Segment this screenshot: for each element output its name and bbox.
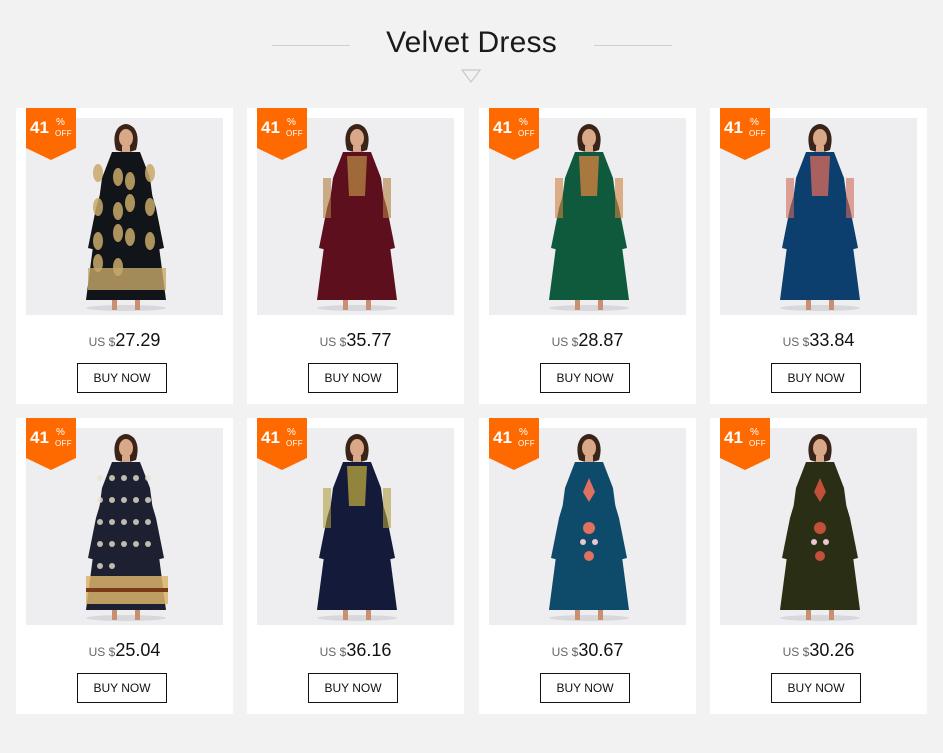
discount-badge: 41 % OFF (26, 108, 76, 160)
discount-off: OFF (55, 129, 72, 138)
discount-value: 41 (261, 428, 280, 447)
discount-value: 41 (30, 428, 49, 447)
discount-value: 41 (261, 118, 280, 137)
product-card[interactable]: 41 % OFF US $36.16 BUY NOW (247, 418, 464, 714)
discount-percent: % (287, 427, 296, 438)
discount-percent: % (750, 117, 759, 128)
price-value: 25.04 (115, 640, 161, 660)
price-value: 30.67 (578, 640, 624, 660)
discount-off: OFF (749, 129, 766, 138)
product-price: US $36.16 (247, 640, 464, 661)
discount-off: OFF (518, 439, 535, 448)
product-card[interactable]: 41 % OFF US $30.26 BUY NOW (710, 418, 927, 714)
product-card[interactable]: 41 % OFF US $30.67 BUY NOW (479, 418, 696, 714)
discount-percent: % (519, 117, 528, 128)
price-value: 36.16 (346, 640, 392, 660)
section-header: Velvet Dress (0, 0, 943, 100)
currency-prefix: US $ (88, 645, 116, 659)
product-price: US $30.26 (710, 640, 927, 661)
discount-value: 41 (493, 428, 512, 447)
product-card[interactable]: 41 % OFF US $28.87 BUY NOW (479, 108, 696, 404)
discount-badge: 41 % OFF (26, 418, 76, 470)
price-value: 28.87 (578, 330, 624, 350)
discount-badge: 41 % OFF (257, 108, 307, 160)
product-price: US $35.77 (247, 330, 464, 351)
discount-badge: 41 % OFF (489, 108, 539, 160)
discount-percent: % (287, 117, 296, 128)
price-value: 35.77 (346, 330, 392, 350)
discount-value: 41 (724, 118, 743, 137)
down-triangle-icon (460, 69, 482, 83)
currency-prefix: US $ (551, 645, 579, 659)
product-card[interactable]: 41 % OFF US $35.77 BUY NOW (247, 108, 464, 404)
buy-now-button[interactable]: BUY NOW (771, 673, 861, 703)
product-card[interactable]: 41 % OFF US $27.29 BUY NOW (16, 108, 233, 404)
price-value: 30.26 (809, 640, 855, 660)
discount-percent: % (750, 427, 759, 438)
buy-now-button[interactable]: BUY NOW (308, 673, 398, 703)
currency-prefix: US $ (88, 335, 116, 349)
price-value: 33.84 (809, 330, 855, 350)
buy-now-button[interactable]: BUY NOW (771, 363, 861, 393)
buy-now-button[interactable]: BUY NOW (77, 363, 167, 393)
buy-now-button[interactable]: BUY NOW (77, 673, 167, 703)
currency-prefix: US $ (551, 335, 579, 349)
buy-now-button[interactable]: BUY NOW (540, 673, 630, 703)
discount-badge: 41 % OFF (720, 108, 770, 160)
product-price: US $30.67 (479, 640, 696, 661)
product-price: US $25.04 (16, 640, 233, 661)
discount-off: OFF (286, 129, 303, 138)
discount-percent: % (519, 427, 528, 438)
product-price: US $33.84 (710, 330, 927, 351)
discount-value: 41 (493, 118, 512, 137)
discount-badge: 41 % OFF (489, 418, 539, 470)
discount-percent: % (56, 427, 65, 438)
section-title: Velvet Dress (386, 26, 557, 59)
currency-prefix: US $ (782, 645, 810, 659)
discount-percent: % (56, 117, 65, 128)
discount-off: OFF (286, 439, 303, 448)
discount-value: 41 (30, 118, 49, 137)
price-value: 27.29 (115, 330, 161, 350)
currency-prefix: US $ (782, 335, 810, 349)
discount-value: 41 (724, 428, 743, 447)
buy-now-button[interactable]: BUY NOW (540, 363, 630, 393)
discount-badge: 41 % OFF (257, 418, 307, 470)
currency-prefix: US $ (319, 645, 347, 659)
buy-now-button[interactable]: BUY NOW (308, 363, 398, 393)
discount-off: OFF (749, 439, 766, 448)
header-divider-right (594, 45, 672, 46)
discount-off: OFF (518, 129, 535, 138)
product-card[interactable]: 41 % OFF US $33.84 BUY NOW (710, 108, 927, 404)
product-card[interactable]: 41 % OFF US $25.04 BUY NOW (16, 418, 233, 714)
product-price: US $28.87 (479, 330, 696, 351)
discount-off: OFF (55, 439, 72, 448)
product-price: US $27.29 (16, 330, 233, 351)
currency-prefix: US $ (319, 335, 347, 349)
discount-badge: 41 % OFF (720, 418, 770, 470)
